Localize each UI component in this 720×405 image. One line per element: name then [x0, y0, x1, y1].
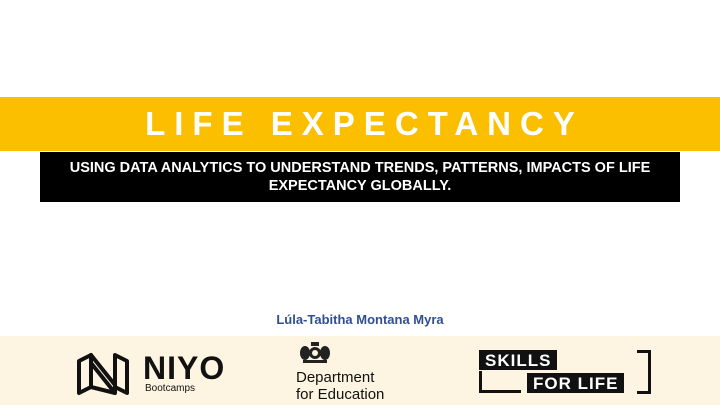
royal-crest-icon — [300, 342, 330, 363]
niyo-name: NIYO — [143, 350, 226, 386]
skills-for-life-logo: SKILLS FOR LIFE — [479, 350, 651, 394]
skills-frame — [479, 371, 521, 393]
skills-line-2: FOR LIFE — [527, 373, 625, 393]
dfe-logo: Department for Education — [296, 340, 436, 403]
niyo-logo-icon — [77, 353, 129, 395]
dfe-line-1: Department — [296, 369, 375, 386]
author-name: Lúla-Tabitha Montana Myra — [276, 312, 444, 327]
title-band: LIFE EXPECTANCY — [0, 97, 720, 151]
slide-title: LIFE EXPECTANCY — [145, 105, 584, 142]
skills-line-1: SKILLS — [479, 350, 558, 370]
skills-frame-right — [637, 350, 651, 394]
dfe-line-2: for Education — [296, 386, 385, 403]
slide-subtitle: USING DATA ANALYTICS TO UNDERSTAND TREND… — [69, 160, 651, 194]
niyo-logo: NIYO Bootcamps — [75, 350, 225, 398]
subtitle-band: USING DATA ANALYTICS TO UNDERSTAND TREND… — [40, 152, 680, 202]
